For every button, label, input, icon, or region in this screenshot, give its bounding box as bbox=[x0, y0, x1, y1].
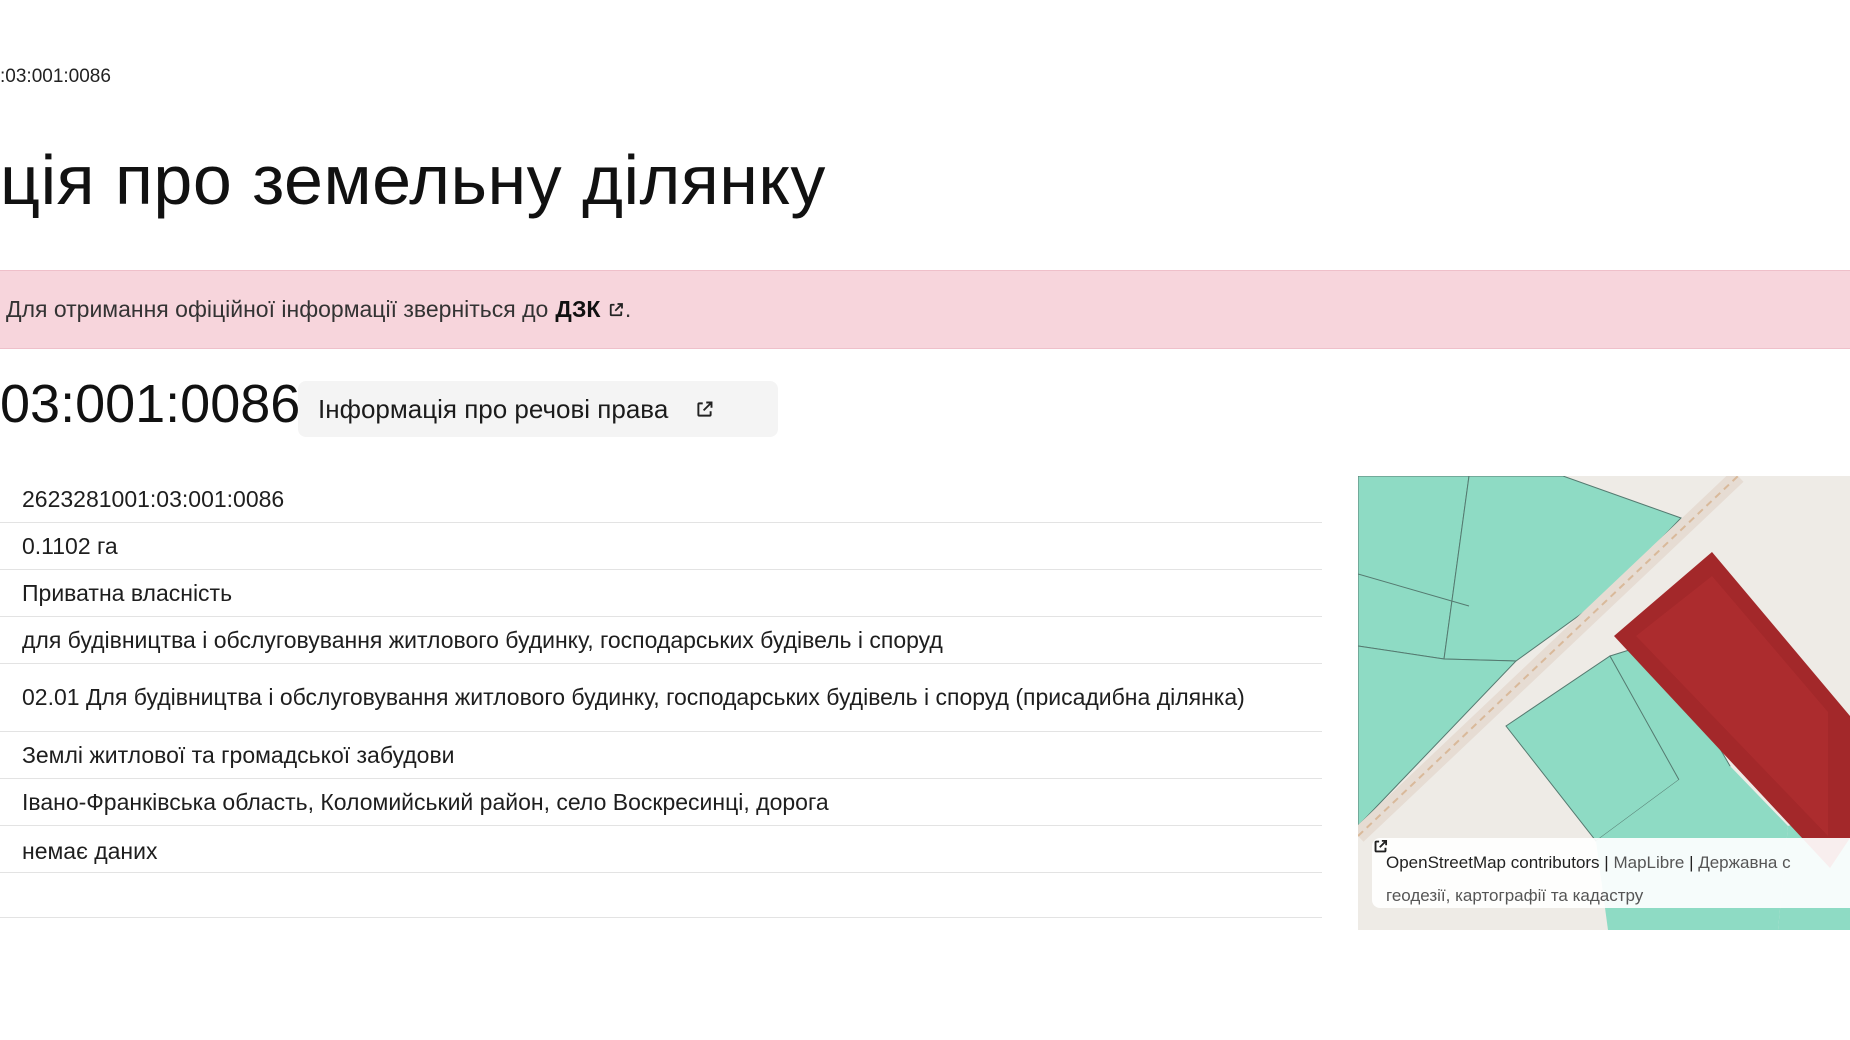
attribution-separator: | bbox=[1689, 853, 1694, 872]
parcel-info-table: 2623281001:03:001:0086 0.1102 га Приватн… bbox=[0, 476, 1322, 918]
parcel-map[interactable]: OpenStreetMap contributors | MapLibre | … bbox=[1358, 476, 1850, 930]
info-row-address: Івано-Франківська область, Коломийський … bbox=[0, 779, 1322, 826]
notice-tail: . bbox=[624, 296, 632, 322]
info-row-purpose: для будівництва і обслуговування житлово… bbox=[0, 617, 1322, 664]
breadcrumb[interactable]: :03:001:0086 bbox=[0, 66, 111, 88]
property-rights-label: Інформація про речові права bbox=[318, 393, 669, 424]
info-value: Землі житлової та громадської забудови bbox=[22, 741, 455, 768]
gov-attribution-link-continued[interactable]: геодезії, картографії та кадастру bbox=[1386, 886, 1643, 905]
maplibre-link[interactable]: MapLibre bbox=[1613, 853, 1684, 872]
dzk-link[interactable]: ДЗК bbox=[555, 296, 625, 323]
table-divider bbox=[0, 873, 1322, 918]
info-row-other: немає даних bbox=[0, 826, 1322, 873]
attribution-line-2: геодезії, картографії та кадастру bbox=[1374, 839, 1850, 912]
attribution-separator: | bbox=[1604, 853, 1609, 872]
cadastral-number-heading: 03:001:0086 bbox=[0, 374, 301, 434]
info-value: 02.01 Для будівництва і обслуговування ж… bbox=[22, 684, 1245, 710]
official-info-notice: Для отримання офіційної інформації зверн… bbox=[0, 270, 1850, 349]
property-rights-button[interactable]: Інформація про речові права bbox=[298, 381, 778, 437]
info-row-area: 0.1102 га bbox=[0, 523, 1322, 570]
osm-attribution-link[interactable]: OpenStreetMap contributors bbox=[1386, 853, 1600, 872]
external-link-icon bbox=[609, 303, 623, 317]
info-row-cadastral: 2623281001:03:001:0086 bbox=[0, 476, 1322, 523]
external-link-icon bbox=[1374, 839, 1388, 853]
dzk-link-label: ДЗК bbox=[555, 296, 601, 322]
notice-text: Для отримання офіційної інформації зверн… bbox=[6, 296, 549, 322]
page-title: ція про земельну ділянку bbox=[0, 141, 826, 219]
info-value: немає даних bbox=[22, 838, 158, 864]
page: :03:001:0086 ція про земельну ділянку Дл… bbox=[0, 0, 1850, 1040]
gov-attribution-link[interactable]: Державна с bbox=[1698, 853, 1790, 872]
map-attribution: OpenStreetMap contributors | MapLibre | … bbox=[1372, 838, 1850, 908]
info-value: 2623281001:03:001:0086 bbox=[22, 485, 285, 512]
info-value: Приватна власність bbox=[22, 579, 233, 606]
info-value: для будівництва і обслуговування житлово… bbox=[22, 626, 943, 653]
info-value: Івано-Франківська область, Коломийський … bbox=[22, 788, 829, 815]
info-row-ownership: Приватна власність bbox=[0, 570, 1322, 617]
info-row-land-category: Землі житлової та громадської забудови bbox=[0, 732, 1322, 779]
info-value: 0.1102 га bbox=[22, 532, 118, 559]
info-row-purpose-code: 02.01 Для будівництва і обслуговування ж… bbox=[0, 664, 1322, 732]
attribution-line-1: OpenStreetMap contributors | MapLibre | … bbox=[1374, 839, 1850, 879]
external-link-icon bbox=[697, 401, 713, 417]
